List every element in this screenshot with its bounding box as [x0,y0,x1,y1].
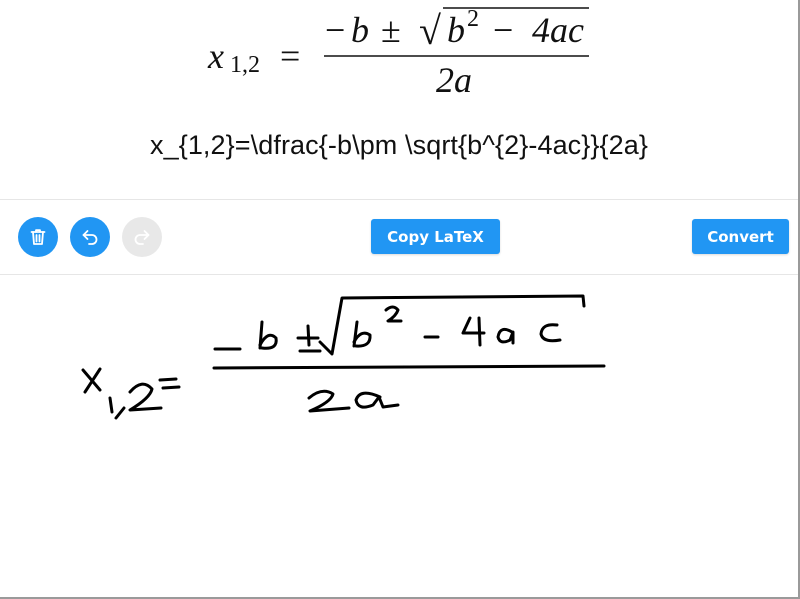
formula-num-b: b [351,10,369,50]
handwritten-strokes [81,294,606,420]
latex-source-text: x_{1,2}=\dfrac{-b\pm \sqrt{b^{2}-4ac}}{2… [149,130,648,160]
toolbar: Copy LaTeX Convert [0,200,798,275]
undo-button[interactable] [70,217,110,257]
formula-lhs-sub: 1,2 [230,52,260,78]
formula-rad-exp: 2 [467,6,479,32]
redo-button[interactable] [122,217,162,257]
redo-icon [134,230,150,245]
convert-button[interactable]: Convert [692,219,789,254]
formula-denominator: 2a [436,60,472,100]
undo-icon [82,230,98,245]
delete-button[interactable] [18,217,58,257]
trash-icon [30,229,46,245]
formula-lhs-var: x [207,36,224,76]
preview-panel: x 1,2 = − b ± √ b 2 − 4ac 2a x_{1,2}=\df… [0,0,798,200]
copy-latex-button[interactable]: Copy LaTeX [371,219,500,254]
formula-equals: = [280,36,300,76]
formula-rad-b: b [447,10,465,50]
formula-rad-minus: − [493,10,513,50]
handwriting-canvas[interactable] [0,275,798,597]
rendered-formula: x 1,2 = − b ± √ b 2 − 4ac 2a [207,6,589,100]
formula-rad-4ac: 4ac [532,10,584,50]
sqrt-icon: √ [419,8,441,53]
formula-num-pm: ± [381,10,401,50]
formula-num-minus: − [325,10,345,50]
math-editor-app: x 1,2 = − b ± √ b 2 − 4ac 2a x_{1,2}=\df… [0,0,800,599]
